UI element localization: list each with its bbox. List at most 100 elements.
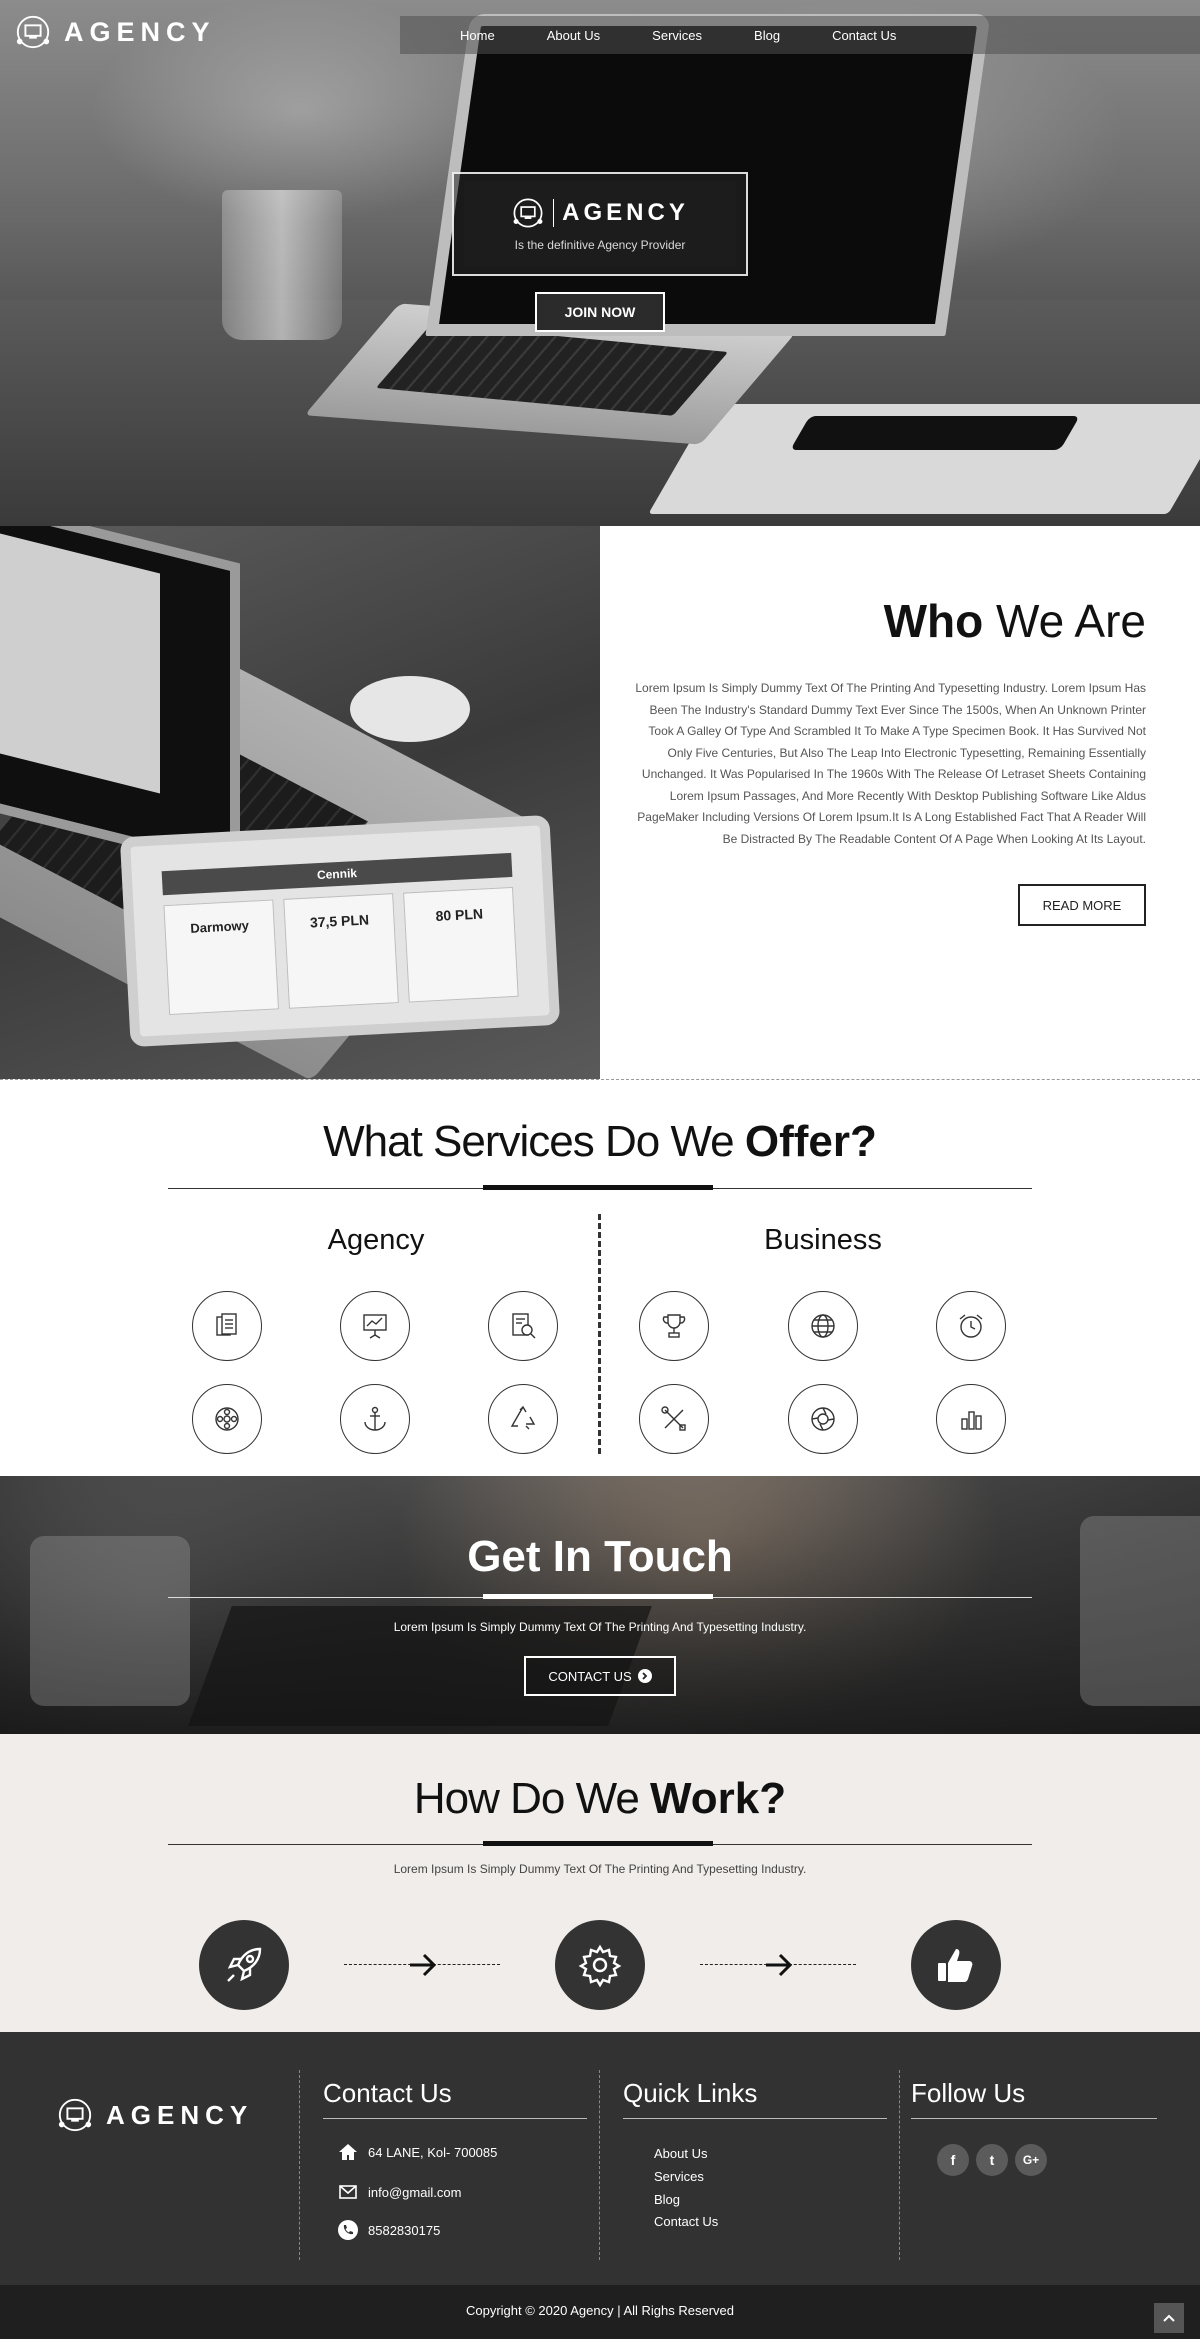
google-plus-icon[interactable]: G+: [1015, 2144, 1047, 2176]
main-navigation: Home About Us Services Blog Contact Us: [400, 16, 1200, 54]
touch-subtitle: Lorem Ipsum Is Simply Dummy Text Of The …: [393, 1620, 807, 1634]
film-reel-icon[interactable]: [192, 1384, 262, 1454]
nav-home[interactable]: Home: [460, 28, 495, 43]
services-rule-accent: [483, 1185, 713, 1190]
footer: AGENCY Contact Us 64 LANE, Kol- 700085 i…: [0, 2032, 1200, 2285]
rocket-icon: [227, 1947, 262, 1982]
twitter-icon[interactable]: t: [976, 2144, 1008, 2176]
read-more-button[interactable]: READ MORE: [1018, 884, 1146, 926]
footer-divider-3: [899, 2070, 900, 2260]
services-title-bold: Offer?: [744, 1117, 877, 1166]
document-search-icon[interactable]: [488, 1291, 558, 1361]
copyright-bar: Copyright © 2020 Agency | All Righs Rese…: [0, 2285, 1200, 2339]
footer-link-blog[interactable]: Blog: [654, 2192, 680, 2207]
footer-links-heading: Quick Links: [623, 2078, 758, 2108]
footer-logo[interactable]: AGENCY: [56, 2096, 253, 2134]
footer-link-about-us[interactable]: About Us: [654, 2146, 707, 2161]
contact-us-button[interactable]: CONTACT US: [524, 1656, 676, 1696]
aperture-icon[interactable]: [788, 1384, 858, 1454]
work-title: How Do We Work?: [0, 1774, 1200, 1824]
facebook-icon[interactable]: f: [937, 2144, 969, 2176]
tools-icon[interactable]: [639, 1384, 709, 1454]
who-title: Who We Are: [884, 594, 1146, 648]
join-now-button[interactable]: JOIN NOW: [535, 292, 665, 332]
work-title-rest: How Do We: [413, 1774, 651, 1823]
scroll-to-top-button[interactable]: [1154, 2303, 1184, 2333]
recycle-icon[interactable]: [488, 1384, 558, 1454]
work-subtitle: Lorem Ipsum Is Simply Dummy Text Of The …: [393, 1862, 807, 1876]
footer-divider-1: [299, 2070, 300, 2260]
hero-brand-box: AGENCY Is the definitive Agency Provider: [452, 172, 748, 276]
footer-email[interactable]: info@gmail.com: [338, 2182, 461, 2202]
touch-title-bold: Touch: [604, 1532, 733, 1581]
agency-logo-icon: [58, 2098, 92, 2132]
home-icon: [339, 2144, 357, 2160]
presentation-chart-icon[interactable]: [340, 1291, 410, 1361]
footer-contact-rule: [323, 2118, 587, 2119]
hero-tagline: Is the definitive Agency Provider: [514, 238, 686, 252]
how-we-work-section: How Do We Work? Lorem Ipsum Is Simply Du…: [0, 1734, 1200, 2032]
footer-link-contact-us[interactable]: Contact Us: [654, 2214, 718, 2229]
tablet-col-free: Darmowy: [163, 899, 280, 1016]
contact-us-label: CONTACT US: [548, 1668, 632, 1684]
anchor-icon[interactable]: [340, 1384, 410, 1454]
who-title-rest: We Are: [983, 595, 1146, 647]
touch-rule-accent: [483, 1594, 713, 1599]
nav-about-us[interactable]: About Us: [547, 28, 600, 43]
nav-services[interactable]: Services: [652, 28, 702, 43]
hero-brand-name: AGENCY: [562, 199, 689, 226]
footer-address-text: 64 LANE, Kol- 700085: [368, 2144, 498, 2160]
footer-links-rule: [623, 2118, 887, 2119]
tablet-col-price-1: 37,5 PLN: [283, 893, 399, 1009]
photo-tablet: Cennik Darmowy 37,5 PLN 80 PLN: [119, 814, 561, 1048]
agency-logo-icon: [513, 198, 543, 228]
bar-chart-icon[interactable]: [936, 1384, 1006, 1454]
site-logo[interactable]: AGENCY: [14, 12, 216, 52]
footer-address: 64 LANE, Kol- 700085: [338, 2142, 497, 2162]
work-step-1: [199, 1920, 289, 2010]
documents-icon[interactable]: [192, 1291, 262, 1361]
copyright-text: Copyright © 2020 Agency | All Righs Rese…: [465, 2303, 735, 2318]
touch-title: Get In Touch: [0, 1532, 1200, 1582]
alarm-clock-icon[interactable]: [936, 1291, 1006, 1361]
footer-phone[interactable]: 8582830175: [338, 2220, 440, 2240]
footer-link-services[interactable]: Services: [654, 2169, 704, 2184]
who-title-bold: Who: [883, 595, 984, 647]
get-in-touch-section: Get In Touch Lorem Ipsum Is Simply Dummy…: [0, 1476, 1200, 1734]
services-col-business-heading: Business: [764, 1224, 882, 1256]
footer-follow-rule: [911, 2118, 1157, 2119]
footer-phone-text: 8582830175: [368, 2222, 441, 2238]
hero-section: AGENCY Home About Us Services Blog Conta…: [0, 0, 1200, 526]
agency-logo-icon: [16, 15, 50, 49]
tablet-price-columns: Darmowy 37,5 PLN 80 PLN: [163, 886, 519, 1016]
touch-title-rest: Get In: [467, 1532, 605, 1581]
who-text-panel: Who We Are Lorem Ipsum Is Simply Dummy T…: [600, 526, 1200, 1079]
footer-follow-heading: Follow Us: [911, 2078, 1026, 2108]
nav-contact-us[interactable]: Contact Us: [832, 28, 896, 43]
nav-blog[interactable]: Blog: [754, 28, 780, 43]
work-rule-accent: [483, 1841, 713, 1846]
photo-laptop-screen: [0, 526, 240, 874]
thumbs-up-icon: [938, 1949, 973, 1982]
arrow-right-icon: [766, 1953, 793, 1977]
who-paragraph: Lorem Ipsum Is Simply Dummy Text Of The …: [635, 681, 1146, 846]
brand-separator: [553, 199, 555, 227]
gear-icon: [578, 1944, 622, 1988]
hero-glass: [222, 190, 342, 340]
footer-contact-heading: Contact Us: [323, 2078, 452, 2108]
logo-text: AGENCY: [64, 16, 216, 47]
tablet-col-price-2: 80 PLN: [403, 886, 519, 1003]
photo-mouse: [350, 676, 470, 742]
arrow-right-icon: [410, 1953, 437, 1977]
work-title-bold: Work?: [650, 1774, 787, 1823]
globe-icon[interactable]: [788, 1291, 858, 1361]
work-step-2: [555, 1920, 645, 2010]
footer-divider-2: [599, 2070, 600, 2260]
services-title-rest: What Services Do We: [323, 1117, 745, 1166]
services-section: What Services Do We Offer? Agency Busine…: [0, 1081, 1200, 1476]
footer-logo-text: AGENCY: [106, 2099, 254, 2130]
footer-email-text: info@gmail.com: [368, 2184, 462, 2200]
envelope-icon: [339, 2185, 357, 2199]
trophy-icon[interactable]: [639, 1291, 709, 1361]
services-divider: [598, 1214, 601, 1454]
